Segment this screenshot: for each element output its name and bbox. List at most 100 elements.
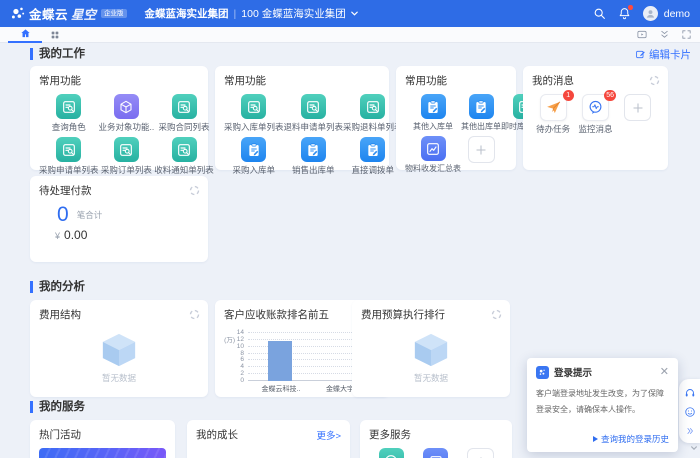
service-entry[interactable]: ? (369, 448, 414, 458)
function-entry[interactable] (461, 136, 501, 174)
function-entry[interactable]: 采购申请单列表 (39, 137, 99, 176)
y-tick-label: 0 (240, 377, 244, 384)
list-icon[interactable] (171, 137, 197, 162)
message-entry[interactable]: 1 待办任务 (532, 90, 574, 135)
plus-icon[interactable] (467, 136, 495, 163)
plus-icon[interactable] (467, 448, 495, 458)
message-entry[interactable]: 56 监控消息 (574, 90, 616, 135)
edit-cards-button[interactable]: 编辑卡片 (635, 47, 691, 62)
function-entry[interactable]: 直接调拨单 (343, 137, 403, 176)
monitor-icon[interactable]: 56 (581, 90, 616, 121)
clipboard-icon[interactable] (468, 94, 494, 119)
close-icon[interactable]: ✕ (660, 366, 669, 378)
list-icon[interactable] (56, 137, 82, 162)
function-entry[interactable]: 收料通知单列表 (154, 137, 214, 176)
refresh-icon[interactable] (189, 183, 200, 201)
org-primary: 金蝶蓝海实业集团 (144, 8, 229, 20)
function-grid: 采购入库单列表 退料申请单列表 采购退料单列表采购入库单 销售出库单 直接调拨单 (224, 94, 403, 176)
function-entry[interactable]: 其他出库单 (461, 94, 501, 132)
clipboard-icon[interactable] (300, 137, 326, 162)
support-headset-icon[interactable] (684, 387, 696, 399)
help-icon[interactable]: ? (378, 448, 404, 458)
apps-grid-button[interactable] (50, 30, 60, 40)
function-entry[interactable]: 采购入库单 (224, 137, 284, 176)
screen-icon[interactable] (423, 448, 449, 458)
function-entry-label: 其他入库单 (413, 122, 453, 131)
payment-count-unit: 笔合计 (76, 210, 103, 220)
list-icon[interactable] (241, 94, 267, 119)
clipboard-icon[interactable] (360, 137, 386, 162)
function-entry[interactable]: 业务对象功能.. (99, 94, 154, 133)
message-entry[interactable] (617, 94, 659, 135)
function-entry[interactable]: 采购订单列表 (99, 137, 155, 176)
function-entry[interactable]: 销售出库单 (284, 137, 344, 176)
service-entry[interactable] (458, 448, 503, 458)
count-badge: 56 (604, 90, 616, 101)
clipboard-icon[interactable] (420, 94, 446, 119)
avatar[interactable] (642, 6, 658, 21)
refresh-icon[interactable] (649, 73, 660, 91)
double-chevron-down-icon[interactable] (659, 29, 670, 40)
login-history-link[interactable]: 查询我的登录历史 (592, 433, 669, 445)
list-icon[interactable] (360, 94, 386, 119)
org-switcher[interactable]: 金蝶蓝海实业集团 | 100 金蝶蓝海实业集团 (145, 6, 359, 21)
collapse-chevrons-icon[interactable] (685, 426, 695, 436)
card-pending-payments: 待处理付款 0 笔合计 ¥0.00 (30, 176, 208, 262)
plus-icon[interactable] (624, 94, 652, 121)
y-tick-label: 10 (236, 342, 244, 350)
card-title: 更多服务 (369, 429, 411, 441)
service-entry[interactable] (414, 448, 459, 458)
tab-home[interactable] (8, 27, 42, 43)
empty-state: 暂无数据 (361, 331, 501, 384)
function-entry[interactable]: 采购合同列表 (154, 94, 214, 133)
paper-plane-icon[interactable]: 1 (539, 90, 574, 121)
fullscreen-icon[interactable] (681, 29, 692, 40)
clipboard-icon[interactable] (241, 137, 267, 162)
card-title: 待处理付款 (39, 185, 92, 197)
section-title-my-service: 我的服务 (30, 401, 85, 413)
logo-badge: 企业版 (101, 8, 127, 19)
payment-count-row: 0 笔合计 (57, 204, 199, 225)
y-tick-label: 6 (240, 356, 244, 364)
more-link[interactable]: 更多> (316, 428, 341, 442)
function-entry-label: 物料收发汇总表 (405, 164, 461, 173)
list-icon[interactable] (113, 137, 139, 162)
function-entry[interactable]: 其他入库单 (405, 94, 461, 132)
refresh-icon[interactable] (189, 307, 200, 325)
card-more-services: 更多服务 ? (360, 420, 512, 458)
notifications-button[interactable] (618, 5, 633, 20)
growth-item[interactable]: 凭证生成异常检查指引汇总 (196, 452, 341, 458)
search-icon[interactable] (593, 7, 606, 20)
card-my-growth: 我的成长 更多> 凭证生成异常检查指引汇总 (187, 420, 350, 458)
y-axis-unit: (万) (224, 337, 235, 344)
function-entry[interactable]: 查询角色 (39, 94, 99, 133)
refresh-icon[interactable] (491, 307, 502, 325)
message-entry-label: 待办任务 (536, 124, 571, 134)
card-title: 热门活动 (39, 429, 81, 441)
list-icon[interactable] (171, 94, 197, 119)
home-icon (20, 29, 30, 38)
video-guide-icon[interactable] (636, 29, 648, 40)
scroll-down-icon[interactable] (690, 439, 698, 457)
card-expense-structure: 费用结构 暂无数据 (30, 300, 208, 397)
floating-toolbar (679, 379, 700, 443)
feedback-smiley-icon[interactable] (684, 406, 696, 418)
tab-bar-tools (636, 29, 692, 40)
function-entry[interactable]: 退料申请单列表 (284, 94, 343, 133)
function-entry[interactable]: 采购入库单列表 (224, 94, 284, 133)
message-grid: 1 待办任务 56 监控消息 (532, 90, 659, 135)
activity-banner[interactable]: ·领券6折豪礼 (39, 448, 166, 458)
cube-icon[interactable] (113, 94, 139, 119)
chart-icon[interactable] (420, 136, 446, 161)
services-grid: ? (369, 448, 503, 458)
count-badge: 1 (562, 90, 574, 101)
empty-cube-icon (102, 333, 136, 367)
list-icon[interactable] (56, 94, 82, 119)
function-entry[interactable]: 物料收发汇总表 (405, 136, 461, 174)
function-entry-label: 直接调拨单 (351, 165, 395, 175)
function-entry[interactable]: 采购退料单列表 (343, 94, 403, 133)
payment-count[interactable]: 0 (57, 204, 69, 225)
username[interactable]: demo (664, 8, 690, 20)
list-icon[interactable] (300, 94, 326, 119)
doc-circle-icon (196, 452, 221, 458)
